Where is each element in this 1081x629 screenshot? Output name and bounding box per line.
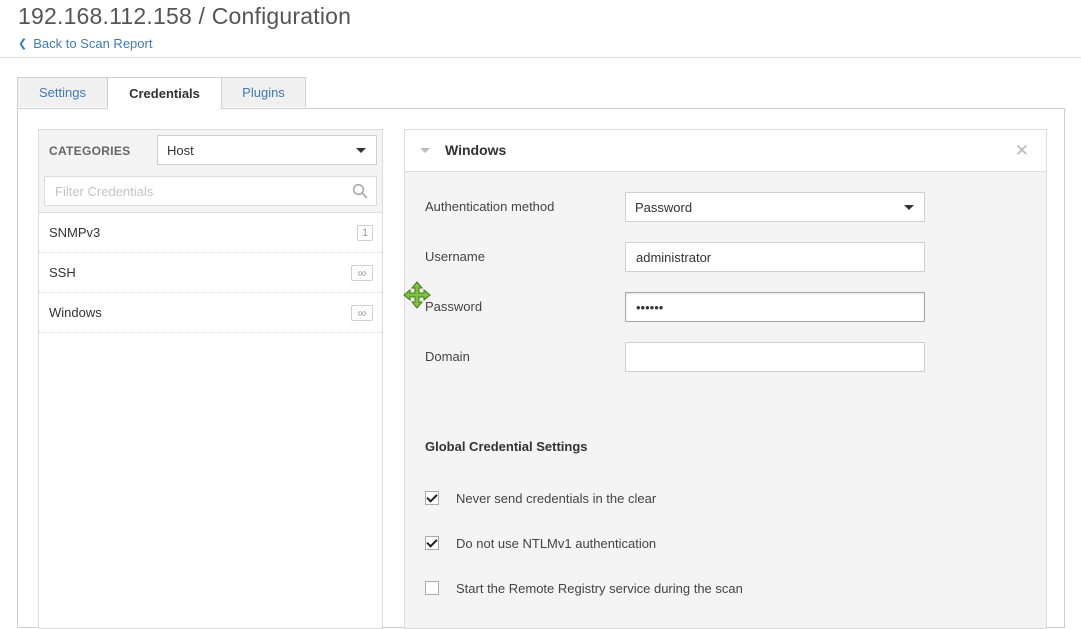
option-label: Start the Remote Registry service during… <box>456 580 743 596</box>
windows-panel-title: Windows <box>445 142 507 158</box>
config-tabs: Settings Credentials Plugins <box>17 77 306 109</box>
password-row: Password <box>425 292 925 322</box>
password-label: Password <box>425 299 483 314</box>
auth-method-value: Password <box>635 199 693 215</box>
username-row: Username <box>425 242 925 272</box>
windows-panel-header: Windows ✕ <box>405 130 1046 172</box>
credential-item-snmpv3[interactable]: SNMPv3 1 <box>39 213 382 253</box>
page-title: 192.168.112.158 / Configuration <box>18 3 352 29</box>
category-select-value: Host <box>167 142 194 158</box>
option-label: Never send credentials in the clear <box>456 490 657 506</box>
collapse-caret-icon[interactable] <box>420 148 430 153</box>
credential-count-badge: ∞ <box>351 304 373 321</box>
close-icon[interactable]: ✕ <box>1015 142 1029 159</box>
auth-method-row: Authentication method Password <box>425 192 925 222</box>
caret-down-icon <box>904 205 914 210</box>
credential-item-windows[interactable]: Windows ∞ <box>39 293 382 333</box>
option-label: Do not use NTLMv1 authentication <box>456 535 657 551</box>
move-cursor-icon <box>403 281 431 309</box>
option-never-send-clear[interactable]: Never send credentials in the clear <box>425 488 656 508</box>
username-label: Username <box>425 249 485 264</box>
checkbox[interactable] <box>425 536 439 550</box>
password-field[interactable] <box>625 292 925 322</box>
checkbox[interactable] <box>425 491 439 505</box>
header-divider <box>0 57 1081 58</box>
credential-item-label: Windows <box>49 305 102 320</box>
option-remote-registry[interactable]: Start the Remote Registry service during… <box>425 578 743 598</box>
tab-credentials[interactable]: Credentials <box>107 77 222 109</box>
domain-field[interactable] <box>625 342 925 372</box>
credential-categories-panel: CATEGORIES Host SNMPv3 1 SSH ∞ Windows ∞ <box>38 129 383 629</box>
back-link-label: Back to Scan Report <box>33 36 153 51</box>
categories-label: CATEGORIES <box>49 144 131 158</box>
tab-settings[interactable]: Settings <box>17 77 108 107</box>
credential-count-badge: 1 <box>357 224 373 241</box>
domain-row: Domain <box>425 342 925 372</box>
tab-plugins[interactable]: Plugins <box>221 77 306 107</box>
search-icon[interactable] <box>352 183 368 199</box>
filter-credentials-input[interactable] <box>44 176 377 206</box>
caret-down-icon <box>356 148 366 153</box>
credential-list: SNMPv3 1 SSH ∞ Windows ∞ <box>39 213 382 333</box>
auth-method-label: Authentication method <box>425 199 555 214</box>
credential-count-badge: ∞ <box>351 264 373 281</box>
back-to-scan-report-link[interactable]: ❮ Back to Scan Report <box>18 36 152 51</box>
credential-item-label: SNMPv3 <box>49 225 101 240</box>
global-credential-settings-title: Global Credential Settings <box>425 439 588 454</box>
auth-method-select[interactable]: Password <box>625 192 925 222</box>
credential-item-label: SSH <box>49 265 76 280</box>
categories-header: CATEGORIES Host <box>39 130 382 213</box>
domain-label: Domain <box>425 349 470 364</box>
username-field[interactable] <box>625 242 925 272</box>
option-no-ntlmv1[interactable]: Do not use NTLMv1 authentication <box>425 533 656 553</box>
chevron-left-icon: ❮ <box>18 38 28 50</box>
checkbox[interactable] <box>425 581 439 595</box>
windows-credential-panel: Windows ✕ Authentication method Password… <box>404 129 1047 629</box>
category-select[interactable]: Host <box>157 135 377 165</box>
credential-item-ssh[interactable]: SSH ∞ <box>39 253 382 293</box>
